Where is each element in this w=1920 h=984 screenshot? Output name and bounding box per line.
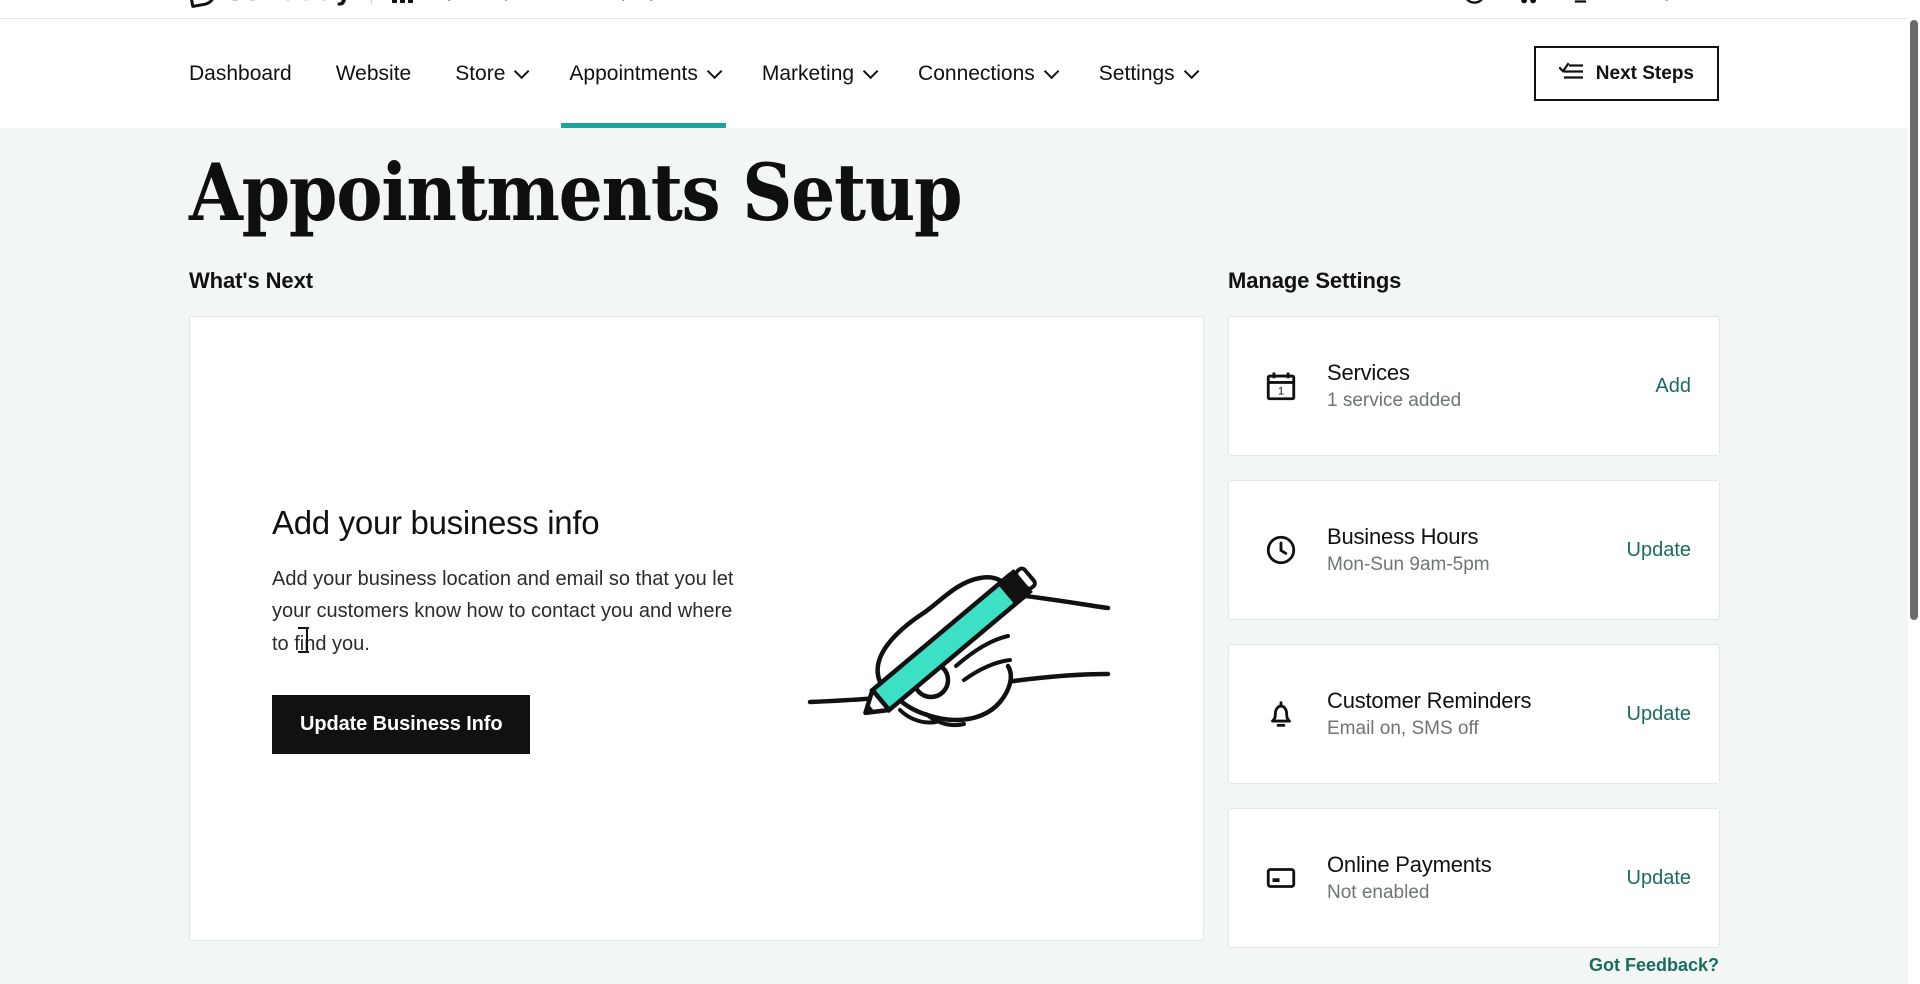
nav-item-label: Marketing — [761, 62, 855, 85]
nav-item-label: Dashboard — [189, 62, 292, 85]
customer-reminders-update-link[interactable]: Update — [1627, 703, 1692, 726]
whats-next-card: Add your business info Add your business… — [189, 316, 1204, 942]
chevron-down-icon — [706, 63, 723, 80]
setting-card-texts: Customer Reminders Email on, SMS off — [1327, 688, 1531, 740]
nav-item-label: Store — [455, 62, 506, 85]
store-icon[interactable] — [1567, 0, 1594, 6]
brand-bar: GoDaddy my-nase-production-company — [0, 0, 1908, 18]
app-grid-icon[interactable] — [392, 0, 414, 3]
godaddy-logo[interactable]: GoDaddy — [186, 0, 352, 8]
nav-item-label: Connections — [918, 62, 1035, 85]
update-business-info-button[interactable]: Update Business Info — [272, 694, 531, 754]
account-name-label[interactable]: dkcbuyer.vnc — [1620, 0, 1719, 2]
next-steps-button[interactable]: Next Steps — [1533, 46, 1719, 101]
page-title: Appointments Setup — [189, 146, 963, 239]
checklist-icon — [1558, 61, 1583, 86]
setting-card-texts: Services 1 service added — [1327, 360, 1461, 412]
setting-card-customer-reminders[interactable]: Customer Reminders Email on, SMS off Upd… — [1228, 644, 1720, 785]
setting-card-subtitle: 1 service added — [1327, 390, 1462, 412]
manage-settings-column: Manage Settings 1 Services 1 service add… — [1228, 268, 1720, 949]
godaddy-logo-mark-icon — [186, 0, 219, 8]
bell-icon — [1261, 694, 1301, 734]
nav-item-label: Appointments — [569, 62, 698, 85]
whats-next-card-body: Add your business location and email so … — [272, 567, 734, 655]
whats-next-text-block: Add your business info Add your business… — [272, 504, 752, 754]
setting-card-texts: Online Payments Not enabled — [1327, 852, 1492, 904]
setting-card-services[interactable]: 1 Services 1 service added Add — [1228, 316, 1720, 457]
brand-divider — [371, 0, 373, 4]
next-steps-label: Next Steps — [1595, 62, 1694, 84]
services-add-link[interactable]: Add — [1655, 375, 1691, 398]
browser-viewport: GoDaddy my-nase-production-company — [0, 0, 1920, 984]
nav-item-list: Dashboard Website Store Appointments Mar… — [189, 19, 1217, 128]
help-icon[interactable] — [1461, 0, 1488, 6]
nav-item-label: Settings — [1098, 62, 1175, 85]
setting-card-business-hours[interactable]: Business Hours Mon-Sun 9am-5pm Update — [1228, 480, 1720, 621]
brand-left-group: GoDaddy my-nase-production-company — [186, 0, 658, 8]
nav-item-settings[interactable]: Settings — [1077, 19, 1217, 128]
main-navigation: Dashboard Website Store Appointments Mar… — [0, 18, 1908, 128]
business-name-label: my-nase-production-company — [433, 0, 658, 2]
whats-next-column: What's Next Add your business info Add y… — [189, 268, 1204, 942]
setting-card-title: Services — [1327, 360, 1410, 386]
page-scrollbar-thumb[interactable] — [1910, 20, 1918, 620]
nav-item-store[interactable]: Store — [433, 19, 547, 128]
nav-item-appointments[interactable]: Appointments — [547, 19, 739, 128]
nav-item-label: Website — [335, 62, 412, 85]
nav-item-dashboard[interactable]: Dashboard — [189, 19, 314, 128]
clock-icon — [1261, 530, 1301, 570]
setting-card-title: Business Hours — [1327, 524, 1479, 550]
setting-card-title: Customer Reminders — [1327, 688, 1532, 714]
brand-right-group: dkcbuyer.vnc — [1461, 0, 1719, 6]
manage-settings-heading: Manage Settings — [1228, 268, 1402, 294]
got-feedback-link[interactable]: Got Feedback? — [1589, 955, 1719, 976]
setting-card-title: Online Payments — [1327, 852, 1492, 878]
setting-card-subtitle: Mon-Sun 9am-5pm — [1327, 554, 1490, 576]
nav-item-marketing[interactable]: Marketing — [740, 19, 896, 128]
hand-writing-with-pencil-icon — [791, 524, 1121, 734]
setting-card-subtitle: Not enabled — [1327, 882, 1430, 904]
cart-icon[interactable] — [1514, 0, 1541, 6]
nav-item-website[interactable]: Website — [314, 19, 433, 128]
chevron-down-icon — [514, 63, 530, 80]
nav-item-connections[interactable]: Connections — [896, 19, 1077, 128]
calendar-icon: 1 — [1261, 366, 1301, 406]
credit-card-icon — [1261, 858, 1301, 898]
online-payments-update-link[interactable]: Update — [1627, 867, 1692, 890]
page-content: Appointments Setup What's Next Add your … — [0, 128, 1908, 984]
chevron-down-icon — [1183, 63, 1200, 80]
setting-card-online-payments[interactable]: Online Payments Not enabled Update — [1228, 808, 1720, 949]
godaddy-logo-text: GoDaddy — [223, 0, 352, 7]
whats-next-card-title: Add your business info — [272, 503, 600, 541]
svg-text:1: 1 — [1278, 386, 1284, 398]
chevron-down-icon — [1043, 63, 1060, 80]
whats-next-heading: What's Next — [189, 268, 313, 294]
content-columns: What's Next Add your business info Add y… — [189, 268, 1720, 949]
business-hours-update-link[interactable]: Update — [1627, 539, 1692, 562]
chevron-down-icon — [862, 63, 879, 80]
setting-card-texts: Business Hours Mon-Sun 9am-5pm — [1327, 524, 1490, 576]
setting-card-subtitle: Email on, SMS off — [1327, 718, 1479, 740]
